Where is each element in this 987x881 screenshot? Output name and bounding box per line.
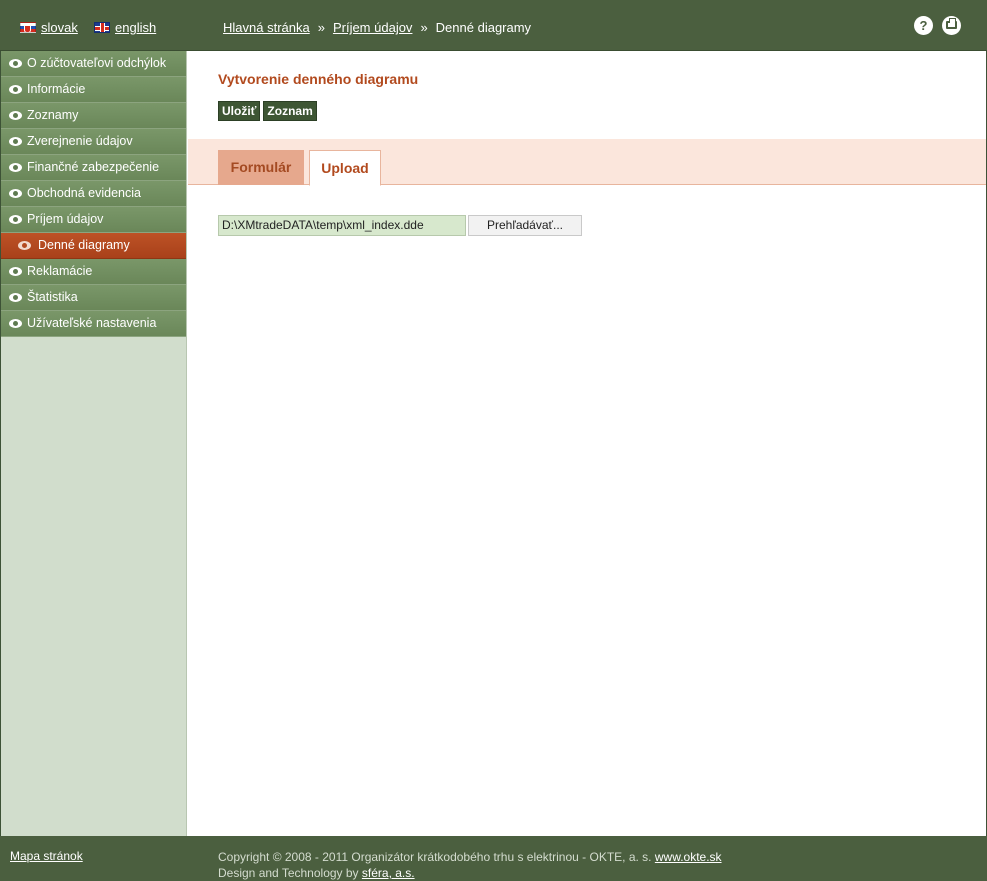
sidebar-item-complaints[interactable]: Reklamácie <box>1 259 186 285</box>
tab-bar: Formulár Upload <box>188 139 986 186</box>
english-flag-icon <box>94 22 110 33</box>
print-icon[interactable] <box>942 16 961 35</box>
sidebar-item-label: Zoznamy <box>27 108 79 122</box>
sidebar-item-statistics[interactable]: Štatistika <box>1 285 186 311</box>
sitemap-link[interactable]: Mapa stránok <box>10 849 83 863</box>
sidebar-item-label: O zúčtovateľovi odchýlok <box>27 56 167 70</box>
design-text: Design and Technology by <box>218 866 359 880</box>
language-english-link[interactable]: english <box>94 20 156 35</box>
sidebar-item-daily-diagrams[interactable]: Denné diagramy <box>1 233 186 259</box>
sidebar-item-label: Štatistika <box>27 290 78 304</box>
browse-button[interactable]: Prehľadávať... <box>468 215 582 236</box>
footer-copyright: Copyright © 2008 - 2011 Organizátor krát… <box>218 849 722 881</box>
sidebar-item-financial-security[interactable]: Finančné zabezpečenie <box>1 155 186 181</box>
sidebar-item-label: Denné diagramy <box>38 238 130 252</box>
breadcrumb: Hlavná stránka » Príjem údajov » Denné d… <box>223 20 531 35</box>
file-path-input[interactable]: D:\XMtradeDATA\temp\xml_index.dde <box>218 215 466 236</box>
footer: Mapa stránok Copyright © 2008 - 2011 Org… <box>0 836 987 881</box>
tab-upload[interactable]: Upload <box>309 150 381 186</box>
sfera-link[interactable]: sféra, a.s. <box>362 866 415 880</box>
sidebar-item-label: Finančné zabezpečenie <box>27 160 160 174</box>
sidebar-item-label: Obchodná evidencia <box>27 186 141 200</box>
breadcrumb-data-intake-link[interactable]: Príjem údajov <box>333 20 412 35</box>
sidebar-item-label: Príjem údajov <box>27 212 104 226</box>
breadcrumb-home-link[interactable]: Hlavná stránka <box>223 20 310 35</box>
eye-icon <box>18 241 31 250</box>
save-button[interactable]: Uložiť <box>218 101 261 121</box>
main-content: Vytvorenie denného diagramu Uložiť Zozna… <box>188 51 986 836</box>
eye-icon <box>9 215 22 224</box>
eye-icon <box>9 267 22 276</box>
breadcrumb-separator: » <box>420 20 428 35</box>
list-button[interactable]: Zoznam <box>263 101 317 121</box>
eye-icon <box>9 163 22 172</box>
help-icon[interactable]: ? <box>914 16 933 35</box>
sidebar-item-label: Zverejnenie údajov <box>27 134 133 148</box>
copyright-text: Copyright © 2008 - 2011 Organizátor krát… <box>218 850 652 864</box>
eye-icon <box>9 137 22 146</box>
sidebar-item-label: Reklamácie <box>27 264 93 278</box>
sidebar-item-about[interactable]: O zúčtovateľovi odchýlok <box>1 51 186 77</box>
sidebar-item-publishing[interactable]: Zverejnenie údajov <box>1 129 186 155</box>
language-slovak-link[interactable]: slovak <box>20 20 78 35</box>
eye-icon <box>9 111 22 120</box>
action-toolbar: Uložiť Zoznam <box>218 101 317 121</box>
page-title: Vytvorenie denného diagramu <box>218 71 419 87</box>
eye-icon <box>9 293 22 302</box>
eye-icon <box>9 85 22 94</box>
sidebar-item-user-settings[interactable]: Užívateľské nastavenia <box>1 311 186 337</box>
printer-glyph <box>946 18 957 29</box>
top-header: slovak english Hlavná stránka » Príjem ú… <box>0 0 987 51</box>
language-slovak-label: slovak <box>41 20 78 35</box>
eye-icon <box>9 59 22 68</box>
sidebar-item-lists[interactable]: Zoznamy <box>1 103 186 129</box>
breadcrumb-current: Denné diagramy <box>435 20 532 35</box>
tab-form[interactable]: Formulár <box>218 150 304 185</box>
sidebar-item-label: Informácie <box>27 82 86 96</box>
eye-icon <box>9 189 22 198</box>
sidebar-item-label: Užívateľské nastavenia <box>27 316 157 330</box>
slovak-flag-icon <box>20 22 36 33</box>
sidebar-item-information[interactable]: Informácie <box>1 77 186 103</box>
okte-link[interactable]: www.okte.sk <box>655 850 722 864</box>
language-english-label: english <box>115 20 157 35</box>
breadcrumb-separator: » <box>317 20 325 35</box>
sidebar-item-data-intake[interactable]: Príjem údajov <box>1 207 186 233</box>
sidebar-item-trade-records[interactable]: Obchodná evidencia <box>1 181 186 207</box>
eye-icon <box>9 319 22 328</box>
sidebar: O zúčtovateľovi odchýlok Informácie Zozn… <box>1 51 187 836</box>
